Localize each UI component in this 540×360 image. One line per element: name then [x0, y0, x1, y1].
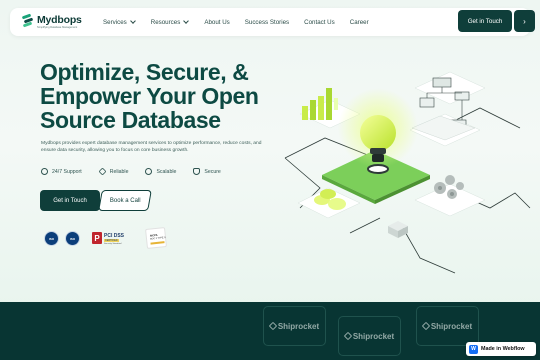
iso-badge: ISO [65, 231, 80, 246]
prop-bar-4 [326, 88, 332, 120]
iso-badge: ISO [44, 231, 59, 246]
top-navbar: Mydbops Simplifying Database Management … [10, 8, 535, 36]
aicpa-band [150, 241, 165, 245]
feature-scalable: Scalable [145, 168, 176, 175]
prop-bar-2 [310, 100, 316, 120]
nav-item-label: Contact Us [304, 18, 335, 26]
bulb-base-top [370, 148, 386, 154]
brand-logo[interactable]: Mydbops Simplifying Database Management [21, 13, 82, 29]
heart-icon [98, 167, 107, 176]
client-logo-label: Shiprocket [277, 321, 320, 331]
bulb-socket [367, 164, 389, 174]
shield-icon [193, 168, 201, 175]
feature-label: Reliable [109, 168, 129, 175]
client-logo-label: Shiprocket [352, 331, 395, 341]
feature-label: Scalable [156, 168, 177, 175]
prop-bar-5 [334, 98, 338, 110]
webflow-icon: W [469, 344, 478, 354]
aicpa-subtitle: SOC 2 TYPE II [150, 237, 166, 241]
feature-support: 24/7 Support [41, 168, 82, 175]
brand-name: Mydbops [37, 14, 82, 26]
brand-tagline: Simplifying Database Management [37, 26, 78, 29]
flow-box-mid [419, 97, 435, 108]
gear-4 [456, 182, 464, 190]
nav-item-contact-us[interactable]: Contact Us [304, 19, 335, 26]
client-logo-label: Shiprocket [430, 321, 473, 331]
made-in-webflow-badge[interactable]: W Made in Webflow [466, 342, 536, 356]
feature-label: 24/7 Support [52, 168, 82, 175]
feature-list: 24/7 Support Reliable Scalable Secure [41, 167, 238, 176]
prop-bar-3 [318, 96, 324, 120]
nav-item-services[interactable]: Services [103, 17, 136, 26]
nav-item-about-us[interactable]: About Us [204, 19, 229, 26]
prop-bar-1 [302, 106, 308, 120]
lightbulb-icon [338, 88, 418, 174]
nav-item-resources[interactable]: Resources [150, 17, 190, 26]
nav-item-label: About Us [204, 18, 230, 26]
hero-headline: Optimize, Secure, & Empower Your Open So… [40, 60, 290, 132]
nav-item-career[interactable]: Career [350, 19, 369, 26]
headset-icon [41, 168, 48, 175]
headline-line: Source Database [40, 107, 221, 133]
pci-subtitle: Security Standard [104, 243, 122, 245]
feature-secure: Secure [193, 168, 221, 175]
headline-line: Empower Your Open [40, 83, 259, 109]
cube-prop [388, 221, 408, 238]
nav-arrow-button[interactable]: › [514, 10, 535, 32]
shiprocket-icon [268, 321, 278, 331]
nav-item-label: Resources [150, 18, 181, 26]
book-a-call-label: Book a Call [109, 197, 141, 204]
gear-hub-2 [450, 192, 454, 196]
main-menu: Services Resources About Us Success Stor… [103, 8, 369, 36]
pci-mark: P [92, 232, 102, 244]
pci-dss-badge: P PCI DSS CERTIFIED Security Standard [92, 232, 128, 246]
chevron-down-icon [129, 17, 136, 24]
bulb-glass [360, 115, 396, 151]
feature-label: Secure [204, 168, 221, 175]
nav-item-success-stories[interactable]: Success Stories [245, 19, 289, 26]
database-illustration [284, 71, 531, 274]
chevron-down-icon [183, 17, 190, 24]
hero-description: Mydbops provides expert database managem… [41, 141, 262, 154]
shiprocket-icon [343, 331, 353, 341]
bulb-base-bottom [372, 154, 384, 162]
headline-line: Optimize, Secure, & [40, 59, 249, 85]
nav-get-in-touch-button[interactable]: Get in Touch [458, 10, 512, 32]
gear-2 [445, 175, 455, 185]
nav-item-label: Career [349, 18, 369, 26]
flow-box-top [432, 77, 452, 88]
book-a-call-button[interactable]: Book a Call [98, 190, 152, 211]
client-logo-shiprocket: Shiprocket [263, 306, 326, 346]
gear-hub-1 [438, 186, 442, 190]
coin-2 [320, 189, 336, 199]
webflow-badge-label: Made in Webflow [481, 346, 525, 352]
tile-bottom-right [414, 183, 486, 217]
nav-item-label: Services [103, 18, 127, 26]
pci-status: CERTIFIED [104, 239, 119, 242]
chevron-right-icon: › [523, 16, 526, 26]
get-in-touch-button[interactable]: Get in Touch [40, 190, 100, 211]
client-logo-shiprocket: Shiprocket [338, 316, 401, 356]
shiprocket-icon [421, 321, 431, 331]
mydbops-logo-icon [21, 13, 34, 28]
page: Mydbops Simplifying Database Management … [0, 0, 540, 360]
aicpa-soc2-badge: AICPA SOC 2 TYPE II [145, 227, 167, 249]
client-logo-shiprocket: Shiprocket [416, 306, 479, 346]
feature-reliable: Reliable [98, 167, 129, 176]
nav-item-label: Success Stories [244, 18, 290, 26]
gauge-icon [145, 168, 153, 175]
coin-3 [328, 198, 346, 210]
